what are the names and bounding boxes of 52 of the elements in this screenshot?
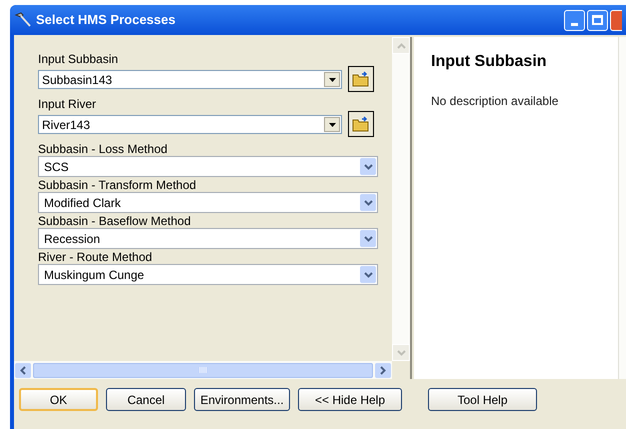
combo-value: Subbasin143 — [41, 72, 114, 88]
close-button[interactable] — [610, 10, 622, 30]
field-label: Subbasin - Baseflow Method — [38, 214, 192, 228]
window-title: Select HMS Processes — [36, 11, 176, 30]
chevron-down-icon — [364, 272, 372, 278]
select-value: Muskingum Cunge — [43, 266, 146, 284]
method-select[interactable]: SCS — [38, 156, 378, 177]
method-select[interactable]: Muskingum Cunge — [38, 264, 378, 285]
help-title: Input Subbasin — [431, 52, 548, 72]
chevron-up-icon — [396, 42, 406, 48]
field-label: River - Route Method — [38, 250, 154, 264]
select-value: Modified Clark — [43, 194, 122, 212]
select-value: SCS — [43, 158, 70, 176]
grip-icon — [199, 367, 207, 373]
caret-icon — [328, 78, 336, 82]
chevron-left-icon — [20, 366, 26, 374]
dropdown-button[interactable] — [324, 72, 340, 87]
method-select[interactable]: Recession — [38, 228, 378, 249]
browse-button[interactable] — [348, 111, 374, 137]
field-label: Subbasin - Loss Method — [38, 142, 168, 156]
scroll-right-button[interactable] — [375, 362, 391, 378]
chevron-down-icon — [364, 200, 372, 206]
dataset-combo[interactable]: River143 — [38, 115, 342, 134]
minimize-button[interactable] — [564, 10, 585, 30]
caret-icon — [328, 122, 336, 126]
folder-icon — [352, 116, 370, 132]
field-label: Input Subbasin — [38, 52, 120, 66]
vertical-scrollbar[interactable] — [618, 37, 626, 379]
field-label: Subbasin - Transform Method — [38, 178, 198, 192]
dialog-button[interactable]: Environments... — [194, 388, 290, 411]
dataset-combo[interactable]: Subbasin143 — [38, 70, 342, 89]
scroll-thumb[interactable] — [33, 362, 373, 378]
horizontal-scrollbar[interactable] — [14, 361, 392, 379]
method-select[interactable]: Modified Clark — [38, 192, 378, 213]
dialog-button[interactable]: << Hide Help — [298, 388, 402, 411]
hammer-icon — [14, 12, 32, 28]
chevron-down-icon — [364, 164, 372, 170]
combo-value: River143 — [41, 116, 92, 134]
field-label: Input River — [38, 97, 98, 111]
chevron-down-icon — [364, 236, 372, 242]
select-value: Recession — [43, 230, 102, 248]
dialog-button[interactable]: Tool Help — [428, 388, 537, 411]
folder-icon — [352, 71, 370, 87]
dropdown-button[interactable] — [324, 117, 340, 132]
chevron-down-icon — [396, 350, 406, 356]
browse-button[interactable] — [348, 66, 374, 92]
dialog-button[interactable]: OK — [19, 388, 98, 411]
help-description: No description available — [431, 93, 560, 110]
chevron-right-icon — [380, 366, 386, 374]
maximize-button[interactable] — [587, 10, 608, 30]
scroll-left-button[interactable] — [15, 362, 31, 378]
dialog-button[interactable]: Cancel — [106, 388, 186, 411]
